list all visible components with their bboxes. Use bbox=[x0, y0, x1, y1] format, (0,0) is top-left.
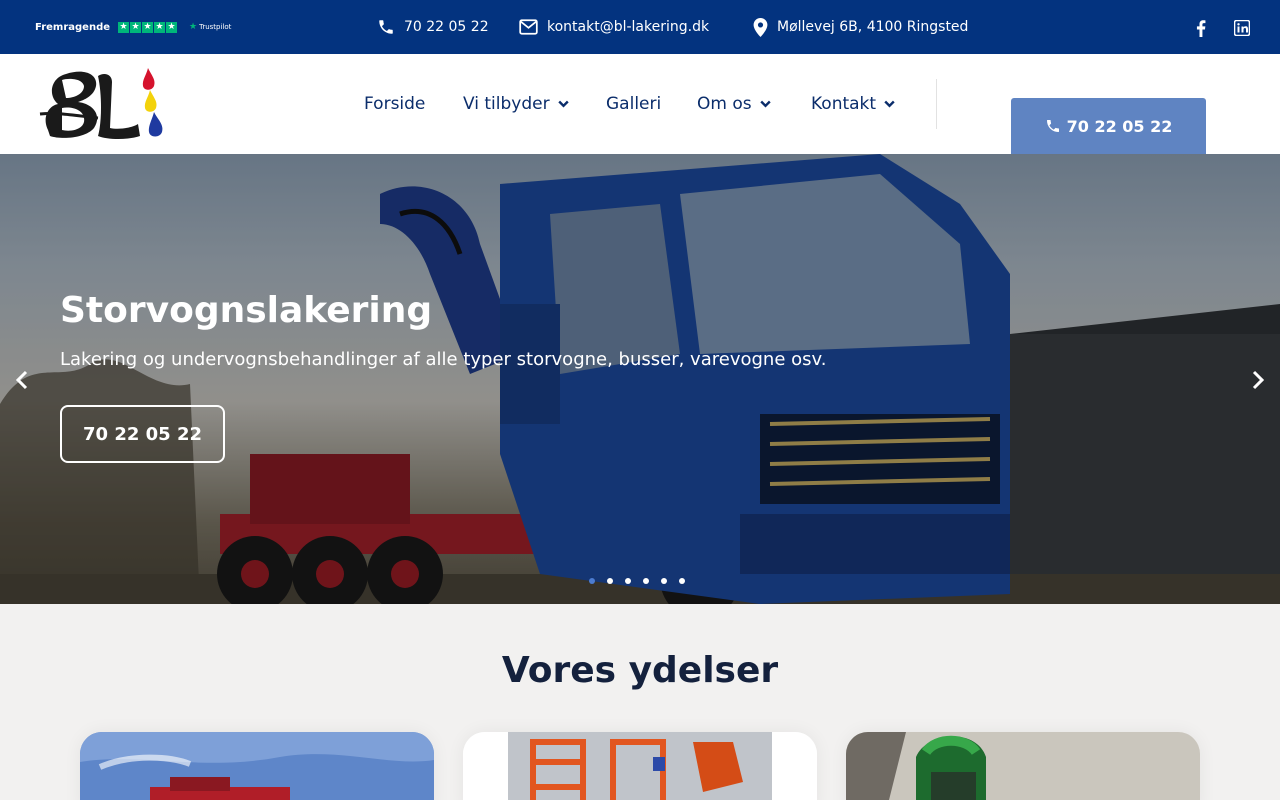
slider-dot[interactable] bbox=[643, 578, 649, 584]
topbar-phone-link[interactable]: 70 22 05 22 bbox=[377, 16, 489, 38]
nav-divider bbox=[936, 79, 937, 129]
trustpilot-name: Trustpilot bbox=[199, 23, 232, 31]
phone-icon bbox=[1046, 120, 1059, 132]
hero-title: Storvognslakering bbox=[60, 290, 433, 331]
slider-prev-arrow-icon[interactable] bbox=[12, 368, 32, 392]
slider-dot[interactable] bbox=[625, 578, 631, 584]
chevron-down-icon bbox=[884, 100, 895, 108]
bl-lakering-logo[interactable] bbox=[38, 66, 170, 142]
slider-next-arrow-icon[interactable] bbox=[1248, 368, 1268, 392]
phone-icon bbox=[379, 20, 393, 34]
hero-slider: Storvognslakering Lakering og undervogns… bbox=[0, 154, 1280, 604]
map-pin-icon bbox=[753, 17, 768, 37]
site-header: Forside Vi tilbyder Galleri Om os Kontak… bbox=[0, 54, 1280, 154]
hero-subtitle: Lakering og undervognsbehandlinger af al… bbox=[60, 349, 827, 370]
slider-dot[interactable] bbox=[679, 578, 685, 584]
header-call-button[interactable]: 70 22 05 22 bbox=[1011, 98, 1206, 154]
nav-forside-label: Forside bbox=[364, 94, 426, 114]
service-card[interactable] bbox=[80, 732, 434, 800]
trustpilot-logo: ★ Trustpilot bbox=[189, 22, 232, 32]
nav-vi-tilbyder[interactable]: Vi tilbyder bbox=[463, 90, 569, 118]
nav-om-os-label: Om os bbox=[697, 94, 752, 114]
services-title: Vores ydelser bbox=[501, 650, 779, 691]
facebook-icon[interactable] bbox=[1193, 19, 1209, 37]
hero-call-label: 70 22 05 22 bbox=[83, 423, 202, 445]
slider-pagination bbox=[589, 578, 685, 584]
nav-galleri[interactable]: Galleri bbox=[606, 90, 661, 118]
nav-forside[interactable]: Forside bbox=[364, 90, 425, 118]
lift-photo bbox=[463, 732, 817, 800]
topbar-address-link[interactable]: Møllevej 6B, 4100 Ringsted bbox=[753, 16, 968, 38]
chevron-down-icon bbox=[557, 100, 569, 108]
trustpilot-widget[interactable]: Fremragende ★ ★ ★ ★ ★ ★ Trustpilot bbox=[35, 19, 231, 35]
linkedin-icon[interactable] bbox=[1234, 19, 1250, 37]
painter-photo bbox=[846, 732, 1200, 800]
header-call-label: 70 22 05 22 bbox=[1066, 116, 1173, 136]
slider-dot[interactable] bbox=[661, 578, 667, 584]
service-card[interactable] bbox=[463, 732, 817, 800]
trustpilot-stars-icon: ★ ★ ★ ★ ★ bbox=[118, 21, 178, 33]
topbar-email-text: kontakt@bl-lakering.dk bbox=[547, 19, 710, 35]
envelope-icon bbox=[519, 19, 538, 35]
slider-dot[interactable] bbox=[589, 578, 595, 584]
nav-galleri-label: Galleri bbox=[606, 94, 662, 114]
truck-photo bbox=[80, 732, 434, 800]
top-bar: Fremragende ★ ★ ★ ★ ★ ★ Trustpilot 70 22 05 2… bbox=[0, 0, 1280, 54]
nav-om-os[interactable]: Om os bbox=[697, 90, 771, 118]
topbar-phone-text: 70 22 05 22 bbox=[404, 19, 489, 35]
nav-vi-tilbyder-label: Vi tilbyder bbox=[463, 94, 550, 114]
chevron-down-icon bbox=[759, 100, 771, 108]
slider-dot[interactable] bbox=[607, 578, 613, 584]
service-card[interactable] bbox=[846, 732, 1200, 800]
hero-call-button[interactable]: 70 22 05 22 bbox=[60, 405, 225, 463]
hero-overlay bbox=[0, 154, 1280, 604]
topbar-email-link[interactable]: kontakt@bl-lakering.dk bbox=[519, 16, 709, 38]
trustpilot-rating-text: Fremragende bbox=[35, 21, 111, 33]
nav-kontakt[interactable]: Kontakt bbox=[811, 90, 895, 118]
topbar-address-text: Møllevej 6B, 4100 Ringsted bbox=[777, 19, 969, 35]
nav-kontakt-label: Kontakt bbox=[811, 94, 877, 114]
